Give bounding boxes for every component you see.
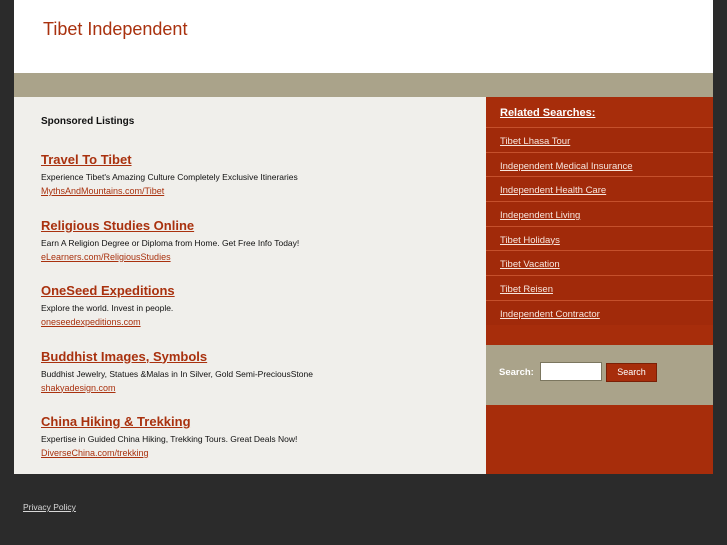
related-search-label[interactable]: Independent Health Care (500, 185, 606, 196)
related-search-item[interactable]: Independent Medical Insurance (486, 151, 713, 177)
listing-description: Expertise in Guided China Hiking, Trekki… (41, 434, 298, 444)
listing: Religious Studies Online Earn A Religion… (41, 218, 471, 263)
main-content: Sponsored Listings Travel To Tibet Exper… (14, 97, 486, 474)
listing-description: Explore the world. Invest in people. (41, 303, 174, 313)
listing-description: Experience Tibet's Amazing Culture Compl… (41, 172, 298, 182)
privacy-policy-link[interactable]: Privacy Policy (23, 502, 76, 512)
related-search-label[interactable]: Tibet Reisen (500, 284, 553, 295)
header-band (14, 73, 713, 97)
listing: Buddhist Images, Symbols Buddhist Jewelr… (41, 349, 471, 394)
listing-title-link[interactable]: China Hiking & Trekking (41, 414, 471, 430)
related-search-item[interactable]: Tibet Vacation (486, 250, 713, 275)
listing-title-link[interactable]: Travel To Tibet (41, 152, 471, 168)
related-search-item[interactable]: Tibet Holidays (486, 225, 713, 251)
listing-url-link[interactable]: DiverseChina.com/trekking (41, 448, 471, 459)
listing-title-link[interactable]: Buddhist Images, Symbols (41, 349, 471, 365)
sponsored-listings-heading: Sponsored Listings (41, 116, 135, 127)
listing-title-link[interactable]: OneSeed Expeditions (41, 283, 471, 299)
listing: OneSeed Expeditions Explore the world. I… (41, 283, 471, 328)
related-search-label[interactable]: Tibet Vacation (500, 259, 560, 270)
related-search-item[interactable]: Independent Living (486, 201, 713, 226)
header: Tibet Independent (14, 0, 713, 73)
related-search-item[interactable]: Independent Contractor (486, 299, 713, 325)
listing-url-link[interactable]: shakyadesign.com (41, 383, 471, 394)
related-search-label[interactable]: Tibet Lhasa Tour (500, 136, 570, 147)
listing-url-link[interactable]: MythsAndMountains.com/Tibet (41, 186, 471, 197)
listing-description: Buddhist Jewelry, Statues &Malas in In S… (41, 368, 313, 379)
related-search-label[interactable]: Independent Living (500, 210, 580, 221)
listing: China Hiking & Trekking Expertise in Gui… (41, 414, 471, 459)
search-input[interactable] (540, 362, 602, 381)
listing-url-link[interactable]: oneseedexpeditions.com (41, 317, 471, 328)
site-title[interactable]: Tibet Independent (43, 19, 187, 40)
sidebar-footer-fill (486, 405, 713, 474)
listing-description: Earn A Religion Degree or Diploma from H… (41, 237, 300, 248)
related-search-label[interactable]: Tibet Holidays (500, 235, 560, 246)
related-search-label[interactable]: Independent Medical Insurance (500, 161, 633, 172)
listing: Travel To Tibet Experience Tibet's Amazi… (41, 152, 471, 197)
listing-url-link[interactable]: eLearners.com/ReligiousStudies (41, 252, 471, 263)
search-button[interactable]: Search (606, 363, 657, 382)
search-label: Search: (499, 367, 534, 378)
related-search-label[interactable]: Independent Contractor (500, 309, 600, 320)
related-search-item[interactable]: Tibet Reisen (486, 275, 713, 300)
listing-title-link[interactable]: Religious Studies Online (41, 218, 471, 234)
related-search-item[interactable]: Independent Health Care (486, 176, 713, 201)
related-searches-list: Tibet Lhasa Tour Independent Medical Ins… (486, 127, 713, 325)
related-searches-heading[interactable]: Related Searches: (500, 107, 595, 119)
related-search-item[interactable]: Tibet Lhasa Tour (486, 127, 713, 152)
search-box: Search: Search (486, 345, 713, 405)
related-searches-sidebar: Related Searches: Tibet Lhasa Tour Indep… (486, 97, 713, 345)
